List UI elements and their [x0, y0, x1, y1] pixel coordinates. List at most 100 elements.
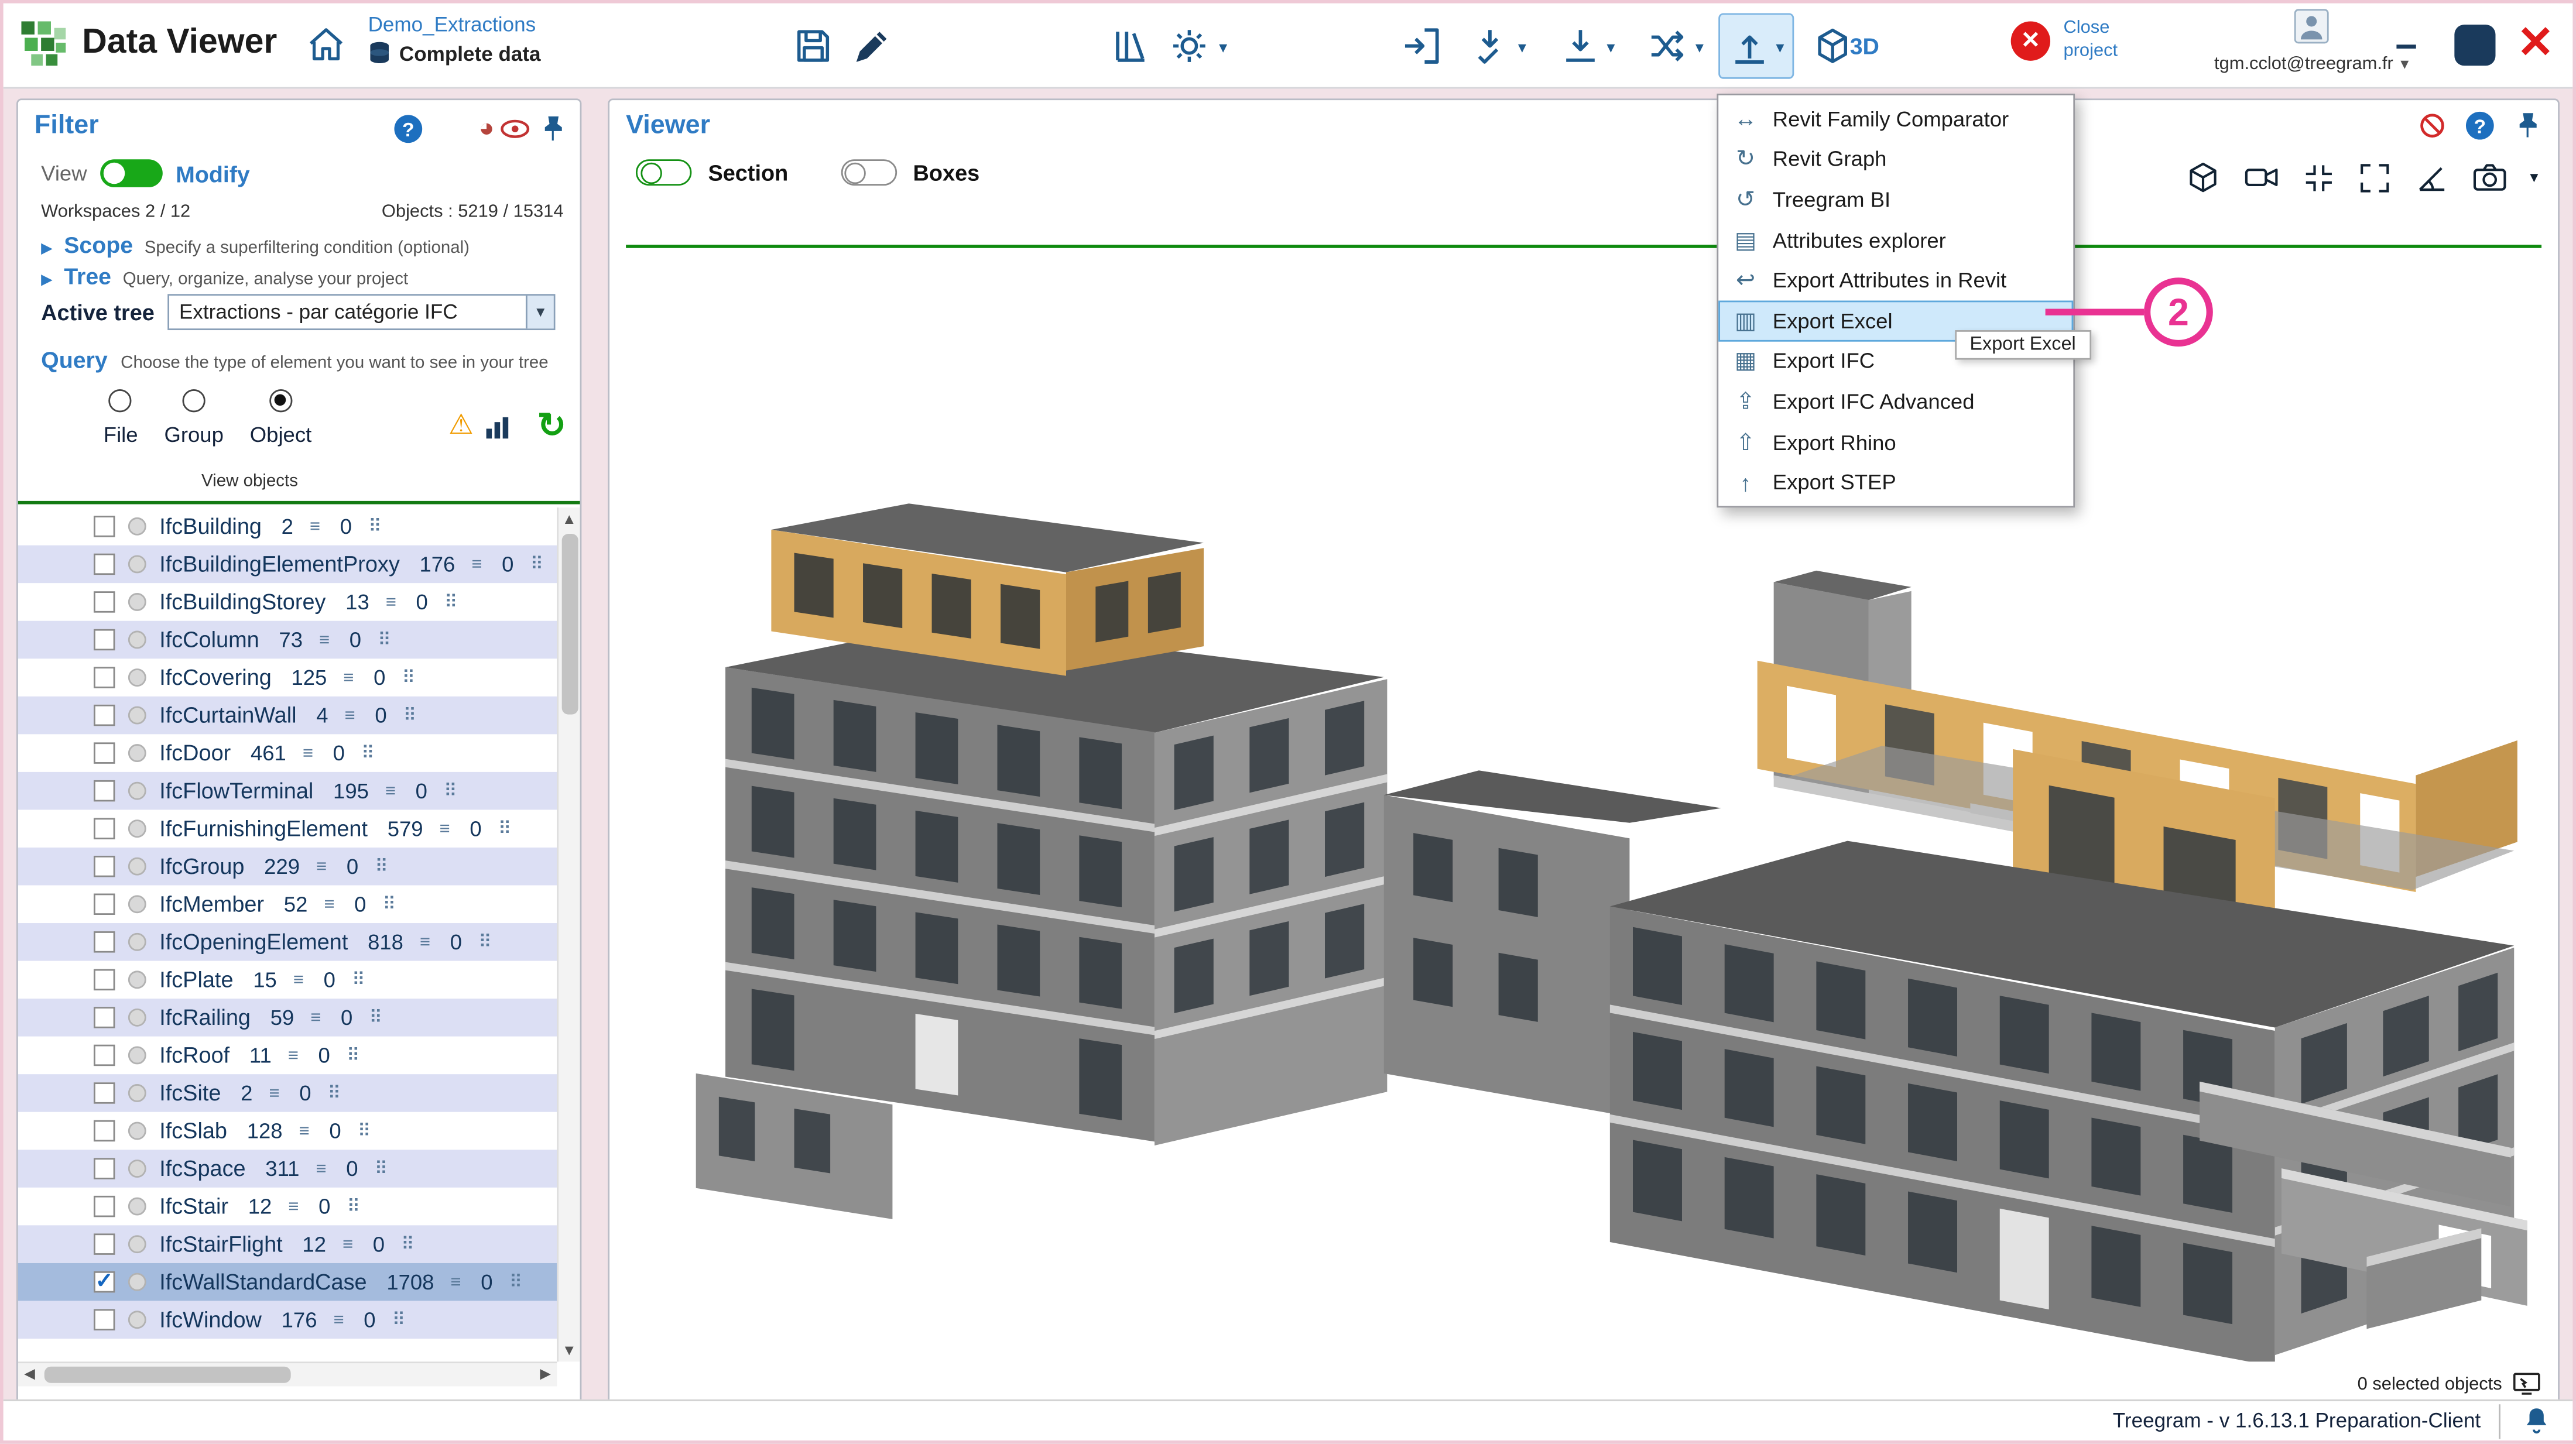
- row-checkbox[interactable]: [94, 1007, 115, 1028]
- row-visibility-dot[interactable]: [128, 593, 146, 611]
- row-visibility-dot[interactable]: [128, 895, 146, 913]
- tree-row[interactable]: IfcSlab 128 ≡ 0 ⠿: [18, 1112, 557, 1150]
- refresh-icon[interactable]: ↻: [537, 406, 566, 447]
- import-validate-caret[interactable]: ▾: [1518, 39, 1526, 57]
- tree-row[interactable]: IfcDoor 461 ≡ 0 ⠿: [18, 734, 557, 772]
- list-icon[interactable]: ≡: [310, 517, 320, 537]
- pie-chart-icon[interactable]: ◕: [479, 115, 495, 143]
- row-checkbox[interactable]: [94, 856, 115, 877]
- grid-icon[interactable]: ⠿: [498, 818, 512, 839]
- list-icon[interactable]: ≡: [299, 1121, 310, 1141]
- 3d-viewport[interactable]: [619, 255, 2548, 1361]
- maximize-button[interactable]: [2454, 25, 2495, 66]
- menu-item[interactable]: ▤ Attributes explorer: [1718, 219, 2073, 260]
- shrink-icon[interactable]: [2301, 160, 2336, 195]
- scroll-right-arrow[interactable]: ►: [534, 1363, 557, 1386]
- grid-icon[interactable]: ⠿: [347, 1196, 360, 1217]
- tree-row[interactable]: IfcBuildingElementProxy 176 ≡ 0 ⠿: [18, 546, 557, 584]
- row-visibility-dot[interactable]: [128, 1235, 146, 1253]
- row-checkbox[interactable]: [94, 969, 115, 990]
- tree-row[interactable]: IfcRoof 11 ≡ 0 ⠿: [18, 1037, 557, 1075]
- import-button[interactable]: [1400, 25, 1443, 67]
- tree-row[interactable]: IfcCurtainWall 4 ≡ 0 ⠿: [18, 697, 557, 735]
- list-icon[interactable]: ≡: [420, 932, 430, 952]
- 3d-mode-label[interactable]: 3D: [1850, 33, 1879, 59]
- vertical-scroll-thumb[interactable]: [562, 534, 578, 715]
- row-checkbox[interactable]: [94, 894, 115, 915]
- transfer-button[interactable]: [1646, 25, 1689, 67]
- radio-option[interactable]: Group: [164, 389, 223, 447]
- notifications-bell-icon[interactable]: [2520, 1404, 2553, 1437]
- grid-icon[interactable]: ⠿: [444, 591, 458, 612]
- list-icon[interactable]: ≡: [288, 1045, 299, 1065]
- row-visibility-dot[interactable]: [128, 744, 146, 762]
- horizontal-scroll-thumb[interactable]: [44, 1367, 291, 1383]
- grid-icon[interactable]: ⠿: [444, 780, 457, 801]
- radio-option[interactable]: File: [104, 389, 138, 447]
- boxes-toggle[interactable]: [841, 159, 896, 186]
- list-icon[interactable]: ≡: [385, 781, 396, 801]
- library-button[interactable]: [1111, 25, 1153, 67]
- tree-section[interactable]: ▶ Tree Query, organize, analyse your pro…: [41, 263, 408, 289]
- building-model[interactable]: [619, 255, 2548, 1361]
- menu-item[interactable]: ↻ Revit Graph: [1718, 139, 2073, 179]
- row-checkbox[interactable]: [94, 516, 115, 537]
- project-name[interactable]: Demo_Extractions: [368, 13, 541, 36]
- menu-item[interactable]: ↔ Revit Family Comparator: [1718, 98, 2073, 139]
- menu-item[interactable]: ↑ Export STEP: [1718, 462, 2073, 502]
- row-checkbox[interactable]: [94, 931, 115, 952]
- tree-row[interactable]: IfcFlowTerminal 195 ≡ 0 ⠿: [18, 772, 557, 810]
- grid-icon[interactable]: ⠿: [352, 969, 365, 990]
- scroll-up-arrow[interactable]: ▲: [559, 511, 580, 527]
- row-visibility-dot[interactable]: [128, 555, 146, 573]
- histogram-icon[interactable]: [485, 416, 511, 440]
- tree-row[interactable]: IfcPlate 15 ≡ 0 ⠿: [18, 961, 557, 999]
- section-disabled-icon[interactable]: [2419, 112, 2447, 140]
- tree-row[interactable]: IfcSpace 311 ≡ 0 ⠿: [18, 1150, 557, 1188]
- vertical-scrollbar[interactable]: ▲ ▼: [557, 507, 580, 1361]
- list-icon[interactable]: ≡: [334, 1310, 344, 1330]
- row-visibility-dot[interactable]: [128, 706, 146, 725]
- row-visibility-dot[interactable]: [128, 1273, 146, 1291]
- scope-label[interactable]: Scope: [64, 232, 133, 258]
- radio-circle[interactable]: [109, 389, 132, 412]
- cube-view-icon[interactable]: [2185, 159, 2221, 195]
- row-checkbox[interactable]: [94, 742, 115, 763]
- menu-item[interactable]: ⇧ Export Rhino: [1718, 421, 2073, 462]
- tree-row[interactable]: IfcCovering 125 ≡ 0 ⠿: [18, 658, 557, 697]
- transfer-caret[interactable]: ▾: [1695, 39, 1704, 57]
- row-visibility-dot[interactable]: [128, 819, 146, 838]
- grid-icon[interactable]: ⠿: [361, 742, 375, 763]
- row-checkbox[interactable]: [94, 705, 115, 726]
- close-project-icon[interactable]: ✕: [2011, 21, 2050, 60]
- help-icon[interactable]: ?: [394, 115, 422, 143]
- download-button[interactable]: [1559, 25, 1602, 67]
- grid-icon[interactable]: ⠿: [392, 1309, 406, 1330]
- tree-row[interactable]: IfcSite 2 ≡ 0 ⠿: [18, 1074, 557, 1112]
- row-checkbox[interactable]: [94, 554, 115, 575]
- row-visibility-dot[interactable]: [128, 933, 146, 951]
- row-checkbox[interactable]: [94, 591, 115, 612]
- tree-row[interactable]: IfcWallStandardCase 1708 ≡ 0 ⠿: [18, 1263, 557, 1301]
- row-visibility-dot[interactable]: [128, 1046, 146, 1064]
- pin-icon[interactable]: [2513, 112, 2541, 140]
- grid-icon[interactable]: ⠿: [347, 1045, 360, 1066]
- list-icon[interactable]: ≡: [288, 1196, 299, 1216]
- camera-caret[interactable]: ▾: [2530, 169, 2538, 187]
- clean-brush-button[interactable]: [851, 25, 894, 67]
- row-checkbox[interactable]: [94, 1120, 115, 1141]
- row-visibility-dot[interactable]: [128, 1311, 146, 1329]
- row-visibility-dot[interactable]: [128, 517, 146, 536]
- scroll-left-arrow[interactable]: ◄: [18, 1363, 41, 1386]
- grid-icon[interactable]: ⠿: [358, 1120, 371, 1141]
- list-icon[interactable]: ≡: [316, 856, 327, 876]
- grid-icon[interactable]: ⠿: [478, 931, 492, 952]
- select-caret-icon[interactable]: ▾: [526, 296, 554, 328]
- tree-row[interactable]: IfcStairFlight 12 ≡ 0 ⠿: [18, 1225, 557, 1263]
- list-icon[interactable]: ≡: [293, 970, 304, 990]
- scope-expand-icon[interactable]: ▶: [41, 240, 52, 258]
- grid-icon[interactable]: ⠿: [369, 1007, 382, 1028]
- menu-item[interactable]: ↩ Export Attributes in Revit: [1718, 260, 2073, 300]
- tree-label[interactable]: Tree: [64, 263, 111, 289]
- scroll-down-arrow[interactable]: ▼: [559, 1342, 580, 1359]
